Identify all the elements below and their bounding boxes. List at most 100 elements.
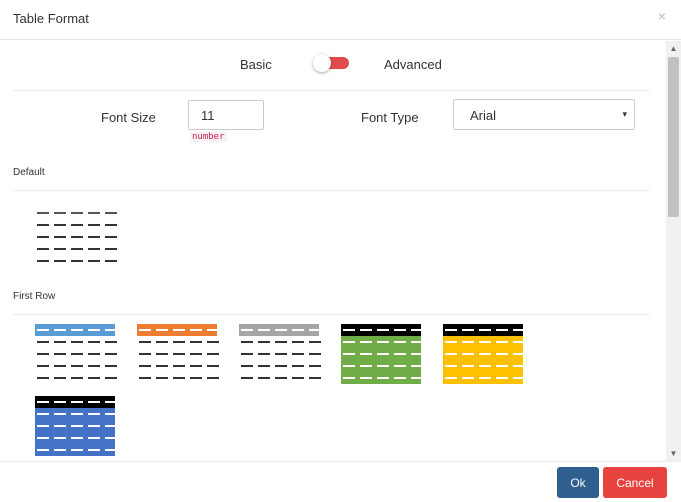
style-preview-dash xyxy=(71,377,83,379)
style-preview-row xyxy=(35,219,117,231)
style-preview-dash xyxy=(275,329,287,331)
style-preview-dash xyxy=(513,353,525,355)
style-preview-dash xyxy=(343,341,355,343)
style-preview-row xyxy=(35,324,117,336)
vertical-scrollbar[interactable]: ▲ ▼ xyxy=(666,41,681,461)
style-preview-dash xyxy=(343,365,355,367)
scroll-thumb[interactable] xyxy=(668,57,679,217)
style-preview-dash xyxy=(54,212,66,214)
style-preview-dash xyxy=(105,224,117,226)
chevron-down-icon: ▾ xyxy=(622,109,627,119)
style-preview-row xyxy=(341,360,423,372)
style-preview-dash xyxy=(173,353,185,355)
style-preview-dash xyxy=(71,341,83,343)
font-type-select[interactable]: Arial ▾ xyxy=(453,99,635,130)
style-preview-dash xyxy=(54,401,66,403)
style-preview-dash xyxy=(88,365,100,367)
style-preview-dash xyxy=(479,341,491,343)
style-preview-dash xyxy=(241,341,253,343)
style-preview-dash xyxy=(360,353,372,355)
style-preview-dash xyxy=(71,212,83,214)
style-preview-dash xyxy=(54,365,66,367)
style-preview-dash xyxy=(496,353,508,355)
style-preview-dash xyxy=(207,353,219,355)
divider xyxy=(13,90,650,91)
style-preview-dash xyxy=(292,341,304,343)
style-preview-dash xyxy=(71,353,83,355)
style-preview-dash xyxy=(105,341,117,343)
style-preview-dash xyxy=(241,377,253,379)
style-preview-dash xyxy=(37,341,49,343)
toggle-knob[interactable] xyxy=(313,54,331,72)
style-preview-row xyxy=(137,360,219,372)
style-preview-dash xyxy=(462,353,474,355)
style-preview-dash xyxy=(394,329,406,331)
mode-switch-row: Basic Advanced xyxy=(0,41,666,90)
default-plain-style-option[interactable] xyxy=(35,207,117,267)
style-preview-dash xyxy=(88,248,100,250)
style-preview-dash xyxy=(139,377,151,379)
style-preview-dash xyxy=(71,365,83,367)
style-preview-dash xyxy=(54,425,66,427)
close-icon[interactable]: × xyxy=(658,8,666,24)
style-preview-dash xyxy=(462,365,474,367)
first-row-black-yellow-style-option[interactable] xyxy=(443,324,525,384)
style-preview-dash xyxy=(37,329,49,331)
style-preview-dash xyxy=(88,437,100,439)
font-size-label: Font Size xyxy=(101,110,156,125)
first-row-black-blue-style-option[interactable] xyxy=(35,396,117,456)
mode-basic-label[interactable]: Basic xyxy=(240,57,272,72)
scroll-up-icon[interactable]: ▲ xyxy=(666,41,681,56)
style-preview-dash xyxy=(105,377,117,379)
style-preview-dash xyxy=(139,365,151,367)
first-row-orange-header-style-option[interactable] xyxy=(137,324,219,384)
style-preview-dash xyxy=(71,413,83,415)
style-preview-dash xyxy=(71,260,83,262)
style-preview-dash xyxy=(496,377,508,379)
style-preview-dash xyxy=(54,260,66,262)
style-preview-row xyxy=(341,372,423,384)
style-preview-dash xyxy=(309,353,321,355)
first-row-gray-header-style-option[interactable] xyxy=(239,324,321,384)
style-preview-dash xyxy=(207,341,219,343)
style-preview-row xyxy=(443,360,525,372)
style-preview-dash xyxy=(479,329,491,331)
style-preview-dash xyxy=(479,377,491,379)
style-preview-dash xyxy=(37,248,49,250)
style-preview-row xyxy=(35,336,117,348)
first-row-blue-header-style-option[interactable] xyxy=(35,324,117,384)
style-preview-row xyxy=(239,372,321,384)
style-preview-dash xyxy=(394,353,406,355)
number-type-badge: number xyxy=(190,132,227,142)
style-preview-dash xyxy=(292,353,304,355)
first-row-black-green-style-option[interactable] xyxy=(341,324,423,384)
cancel-button[interactable]: Cancel xyxy=(603,467,667,498)
style-preview-dash xyxy=(105,413,117,415)
style-preview-dash xyxy=(88,377,100,379)
style-preview-row xyxy=(443,372,525,384)
mode-advanced-label[interactable]: Advanced xyxy=(384,57,442,72)
style-preview-dash xyxy=(513,377,525,379)
style-preview-row xyxy=(341,324,423,336)
style-preview-dash xyxy=(54,224,66,226)
style-preview-dash xyxy=(309,365,321,367)
scroll-down-icon[interactable]: ▼ xyxy=(666,446,681,461)
style-preview-row xyxy=(443,348,525,360)
divider xyxy=(13,190,650,191)
font-size-input[interactable] xyxy=(188,100,264,130)
style-preview-dash xyxy=(88,341,100,343)
mode-toggle[interactable] xyxy=(313,54,349,72)
style-preview-dash xyxy=(156,377,168,379)
section-first-row-label: First Row xyxy=(13,291,56,302)
ok-button[interactable]: Ok xyxy=(557,467,599,498)
style-preview-dash xyxy=(207,365,219,367)
style-preview-dash xyxy=(156,365,168,367)
style-preview-dash xyxy=(105,248,117,250)
style-preview-dash xyxy=(241,365,253,367)
style-preview-row xyxy=(35,348,117,360)
style-preview-dash xyxy=(309,341,321,343)
style-preview-dash xyxy=(54,329,66,331)
style-preview-dash xyxy=(190,329,202,331)
style-preview-dash xyxy=(190,365,202,367)
style-preview-row xyxy=(35,372,117,384)
